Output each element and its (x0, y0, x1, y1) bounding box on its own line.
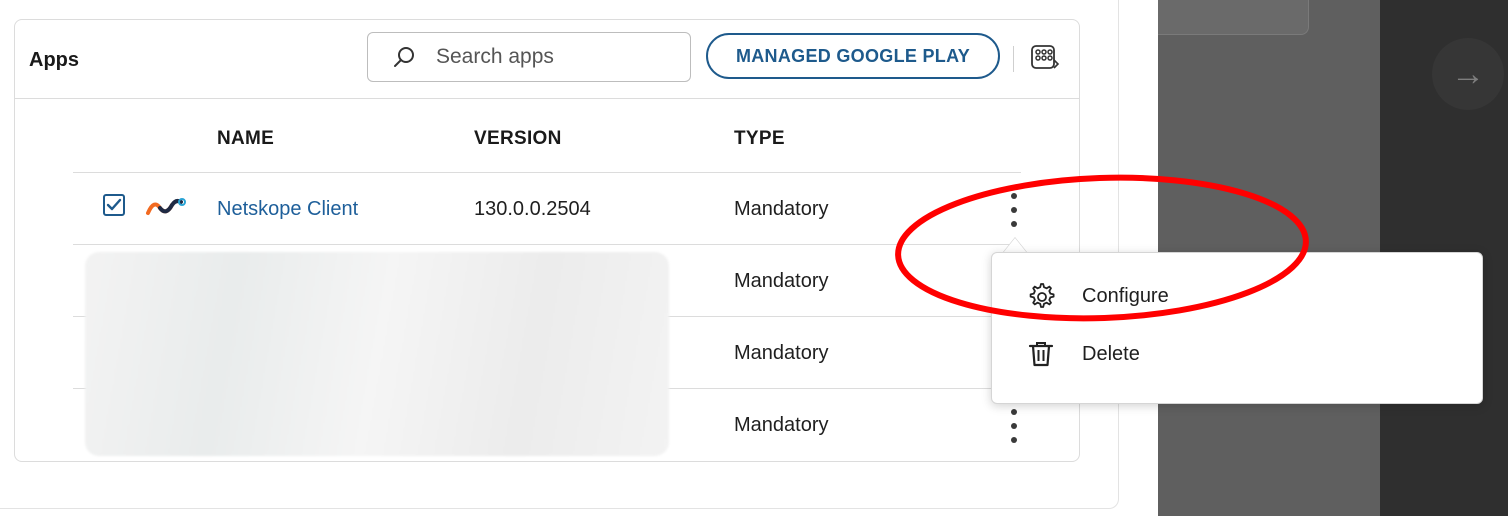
next-arrow-button[interactable]: → (1432, 38, 1504, 110)
column-header-version[interactable]: VERSION (474, 128, 562, 150)
arrow-right-icon: → (1451, 54, 1485, 93)
app-version: 130.0.0.2504 (474, 198, 591, 220)
redacted-rows-blur (85, 252, 669, 456)
apps-card: Apps MANAGED GOOGLE PLAY NAME VERSION TY… (14, 19, 1080, 462)
checkmark-icon (106, 198, 122, 211)
search-box[interactable] (367, 32, 691, 82)
row-divider (73, 244, 1021, 245)
netskope-logo-icon (146, 198, 186, 215)
menu-item-delete[interactable]: Delete (992, 325, 1484, 383)
apps-title: Apps (29, 49, 79, 71)
search-input[interactable] (434, 44, 668, 70)
app-type: Mandatory (734, 198, 829, 220)
trash-icon (1028, 342, 1054, 367)
managed-google-play-button[interactable]: MANAGED GOOGLE PLAY (706, 33, 1000, 79)
more-vertical-icon[interactable] (1009, 409, 1019, 443)
app-type: Mandatory (734, 342, 829, 364)
menu-item-label: Configure (1082, 284, 1169, 307)
row-checkbox[interactable] (103, 194, 125, 216)
gear-icon (1029, 283, 1055, 308)
menu-item-configure[interactable]: Configure (992, 267, 1484, 325)
column-header-name[interactable]: NAME (217, 128, 274, 150)
app-name-link[interactable]: Netskope Client (217, 198, 358, 221)
more-vertical-icon[interactable] (1009, 193, 1019, 227)
search-icon (394, 47, 414, 67)
row-context-menu: Configure Delete (991, 252, 1483, 404)
row-divider (73, 172, 1021, 173)
grid-export-icon[interactable] (1027, 40, 1061, 74)
column-header-type[interactable]: TYPE (734, 128, 785, 150)
toolbar-divider (1013, 46, 1014, 72)
app-type: Mandatory (734, 270, 829, 292)
menu-item-label: Delete (1082, 342, 1140, 365)
overlay-top-box (1158, 0, 1309, 35)
header-divider (15, 98, 1079, 99)
menu-caret (1003, 238, 1027, 253)
app-type: Mandatory (734, 414, 829, 436)
